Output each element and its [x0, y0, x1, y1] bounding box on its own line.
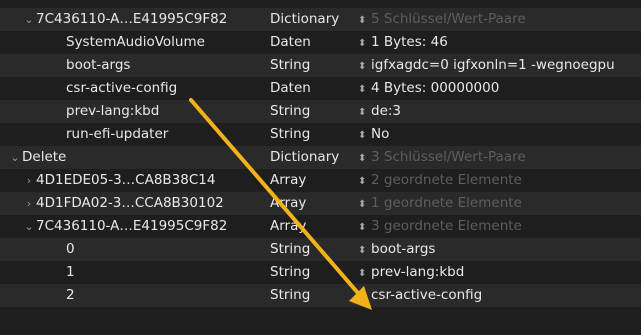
row-key-label: csr-active-config	[66, 80, 178, 96]
row-type-cell[interactable]: String	[270, 100, 355, 123]
row-type-cell[interactable]: String	[270, 261, 355, 284]
row-value-cell[interactable]: ⬍ 5 Schlüssel/Wert-Paare	[358, 8, 641, 31]
stepper-updown-icon[interactable]: ⬍	[358, 262, 371, 284]
row-value-cell[interactable]: ⬍ 3 Schlüssel/Wert-Paare	[358, 146, 641, 169]
table-row[interactable]: prev-lang:kbd String ⬍ de:3	[0, 100, 641, 123]
row-key-label: 4D1EDE05-3…CA8B38C14	[36, 172, 216, 188]
table-row[interactable]: 1 String ⬍ prev-lang:kbd	[0, 261, 641, 284]
stepper-updown-icon[interactable]: ⬍	[358, 78, 371, 100]
row-value-cell[interactable]: ⬍ csr-active-config	[358, 284, 641, 307]
row-key-label: 2	[66, 287, 75, 303]
table-row[interactable]: 0 String ⬍ boot-args	[0, 238, 641, 261]
row-key-cell[interactable]: SystemAudioVolume	[52, 31, 270, 54]
stepper-updown-icon[interactable]: ⬍	[358, 101, 371, 123]
row-type-cell[interactable]: Array	[270, 169, 355, 192]
chevron-right-icon[interactable]: ›	[22, 169, 36, 192]
row-key-label: 0	[66, 241, 75, 257]
row-key-label: 7C436110-A…E41995C9F82	[36, 11, 228, 27]
plist-editor: ⌄ 7C436110-A…E41995C9F82 Dictionary ⬍ 5 Schl…	[0, 0, 641, 335]
table-row[interactable]: › 4D1EDE05-3…CA8B38C14 Array ⬍ 2 geordnete E…	[0, 169, 641, 192]
row-value-label: 1 geordnete Elemente	[371, 195, 522, 211]
row-value-label: 1 Bytes: 46	[371, 34, 448, 50]
row-value-cell[interactable]: ⬍ igfxagdc=0 igfxonln=1 -wegnoegpu	[358, 54, 641, 77]
row-key-cell[interactable]: ⌄ 7C436110-A…E41995C9F82	[22, 8, 270, 31]
chevron-down-icon[interactable]: ⌄	[8, 146, 22, 169]
row-type-cell[interactable]: String	[270, 123, 355, 146]
row-value-cell[interactable]: ⬍ 4 Bytes: 00000000	[358, 77, 641, 100]
table-row[interactable]: ⌄ Delete Dictionary ⬍ 3 Schlüssel/Wert-Paare	[0, 146, 641, 169]
row-key-label: 4D1FDA02-3…CCA8B30102	[36, 195, 224, 211]
row-value-cell[interactable]: ⬍ 1 geordnete Elemente	[358, 192, 641, 215]
row-value-label: 2 geordnete Elemente	[371, 172, 522, 188]
row-type-cell[interactable]: String	[270, 284, 355, 307]
row-key-label: 1	[66, 264, 75, 280]
row-key-cell[interactable]: run-efi-updater	[52, 123, 270, 146]
row-value-cell[interactable]: ⬍ de:3	[358, 100, 641, 123]
chevron-right-icon[interactable]: ›	[22, 192, 36, 215]
row-key-cell[interactable]: 2	[52, 284, 270, 307]
row-key-cell[interactable]: prev-lang:kbd	[52, 100, 270, 123]
table-row[interactable]: boot-args String ⬍ igfxagdc=0 igfxonln=1 -w…	[0, 54, 641, 77]
row-key-cell[interactable]: boot-args	[52, 54, 270, 77]
row-type-cell[interactable]: String	[270, 238, 355, 261]
row-key-label: Delete	[22, 149, 67, 165]
row-value-cell[interactable]: ⬍ No	[358, 123, 641, 146]
table-row[interactable]: ⌄ 7C436110-A…E41995C9F82 Array ⬍ 3 geordnete…	[0, 215, 641, 238]
row-value-label: prev-lang:kbd	[371, 264, 465, 280]
row-type-cell[interactable]: Daten	[270, 31, 355, 54]
chevron-down-icon[interactable]: ⌄	[22, 215, 36, 238]
table-row[interactable]: 2 String ⬍ csr-active-config	[0, 284, 641, 307]
stepper-updown-icon[interactable]: ⬍	[358, 32, 371, 54]
row-key-cell[interactable]: 1	[52, 261, 270, 284]
row-type-cell[interactable]: Dictionary	[270, 146, 355, 169]
row-type-cell[interactable]: Array	[270, 192, 355, 215]
row-value-cell[interactable]: ⬍ 2 geordnete Elemente	[358, 169, 641, 192]
row-value-cell[interactable]: ⬍ 3 geordnete Elemente	[358, 215, 641, 238]
chevron-down-icon[interactable]: ⌄	[22, 8, 36, 31]
row-type-cell[interactable]: Daten	[270, 77, 355, 100]
stepper-updown-icon[interactable]: ⬍	[358, 9, 371, 31]
stepper-updown-icon[interactable]: ⬍	[358, 285, 371, 307]
stepper-updown-icon[interactable]: ⬍	[358, 124, 371, 146]
stepper-updown-icon[interactable]: ⬍	[358, 193, 371, 215]
row-value-label: No	[371, 126, 390, 142]
row-key-cell[interactable]: › 4D1EDE05-3…CA8B38C14	[22, 169, 270, 192]
table-row[interactable]: ⌄ 7C436110-A…E41995C9F82 Dictionary ⬍ 5 Schl…	[0, 8, 641, 31]
row-value-cell[interactable]: ⬍ 1 Bytes: 46	[358, 31, 641, 54]
row-key-label: 7C436110-A…E41995C9F82	[36, 218, 228, 234]
row-value-label: 5 Schlüssel/Wert-Paare	[371, 11, 526, 27]
row-value-cell[interactable]: ⬍ prev-lang:kbd	[358, 261, 641, 284]
stepper-updown-icon[interactable]: ⬍	[358, 216, 371, 238]
stepper-updown-icon[interactable]: ⬍	[358, 239, 371, 261]
stepper-updown-icon[interactable]: ⬍	[358, 170, 371, 192]
row-key-label: run-efi-updater	[66, 126, 169, 142]
row-key-cell[interactable]: ⌄ 7C436110-A…E41995C9F82	[22, 215, 270, 238]
row-key-label: prev-lang:kbd	[66, 103, 160, 119]
table-row[interactable]: SystemAudioVolume Daten ⬍ 1 Bytes: 46	[0, 31, 641, 54]
row-value-label: 3 Schlüssel/Wert-Paare	[371, 149, 526, 165]
row-value-label: 3 geordnete Elemente	[371, 218, 522, 234]
stepper-updown-icon[interactable]: ⬍	[358, 147, 371, 169]
row-value-label: igfxagdc=0 igfxonln=1 -wegnoegpu	[371, 57, 615, 73]
row-value-label: 4 Bytes: 00000000	[371, 80, 500, 96]
table-row[interactable]: run-efi-updater String ⬍ No	[0, 123, 641, 146]
row-value-label: csr-active-config	[371, 287, 483, 303]
row-type-cell[interactable]: Dictionary	[270, 8, 355, 31]
row-value-label: de:3	[371, 103, 402, 119]
table-row[interactable]: › 4D1FDA02-3…CCA8B30102 Array ⬍ 1 geordnete …	[0, 192, 641, 215]
row-key-label: SystemAudioVolume	[66, 34, 205, 50]
row-key-cell[interactable]: csr-active-config	[52, 77, 270, 100]
row-key-cell[interactable]: › 4D1FDA02-3…CCA8B30102	[22, 192, 270, 215]
table-row[interactable]: csr-active-config Daten ⬍ 4 Bytes: 00000000	[0, 77, 641, 100]
row-value-cell[interactable]: ⬍ boot-args	[358, 238, 641, 261]
row-key-cell[interactable]: ⌄ Delete	[8, 146, 270, 169]
row-type-cell[interactable]: Array	[270, 215, 355, 238]
row-type-cell[interactable]: String	[270, 54, 355, 77]
row-value-label: boot-args	[371, 241, 436, 257]
row-key-cell[interactable]: 0	[52, 238, 270, 261]
stepper-updown-icon[interactable]: ⬍	[358, 55, 371, 77]
row-key-label: boot-args	[66, 57, 131, 73]
